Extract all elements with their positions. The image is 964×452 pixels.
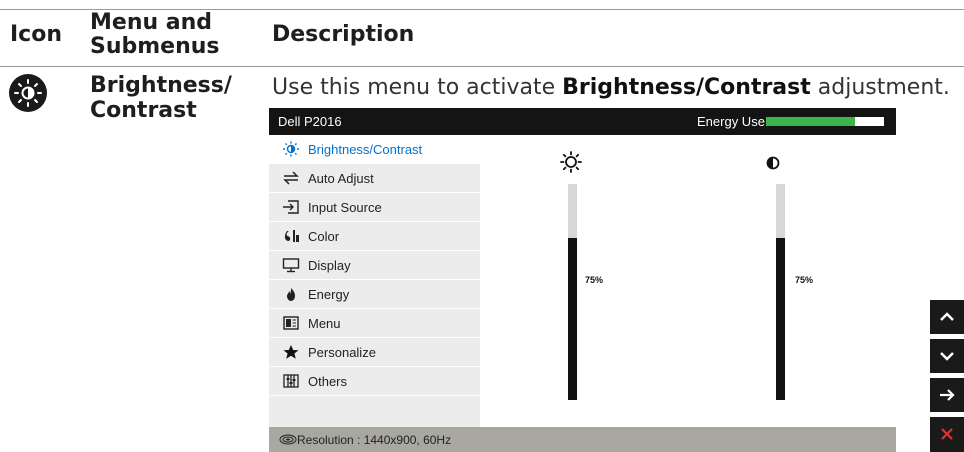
contrast-icon	[766, 155, 780, 170]
right-arrow-icon	[940, 389, 955, 401]
osd-item-personalize[interactable]: Personalize	[269, 338, 480, 367]
exit-button[interactable]	[930, 417, 964, 452]
osd-item-label: Personalize	[308, 345, 376, 360]
osd-item-auto-adjust[interactable]: Auto Adjust	[269, 164, 480, 193]
osd-item-label: Menu	[308, 316, 341, 331]
energy-use-fill	[766, 117, 855, 126]
energy-icon	[282, 286, 300, 302]
column-header-description: Description	[272, 22, 415, 47]
osd-status-bar: Resolution : 1440x900, 60Hz	[269, 427, 896, 452]
osd-item-brightness-contrast[interactable]: Brightness/Contrast	[269, 135, 480, 164]
resolution-text: Resolution : 1440x900, 60Hz	[297, 433, 452, 447]
resolution-icon	[279, 434, 297, 445]
brightness-slider-fill	[568, 238, 577, 400]
down-button[interactable]	[930, 339, 964, 373]
brightness-value: 75%	[585, 275, 604, 285]
brightness-contrast-icon	[8, 73, 48, 113]
up-button[interactable]	[930, 300, 964, 334]
contrast-slider-fill	[776, 238, 785, 400]
osd-item-label: Display	[308, 258, 351, 273]
osd-adjust-panel: 75% 75%	[480, 135, 896, 427]
osd-item-label: Auto Adjust	[308, 171, 374, 186]
energy-use-label: Energy Use	[697, 114, 765, 129]
osd-item-label: Input Source	[308, 200, 382, 215]
down-arrow-icon	[940, 352, 954, 361]
description-suffix: adjustment.	[810, 75, 950, 100]
osd-item-label: Energy	[308, 287, 350, 302]
display-icon	[282, 257, 300, 273]
osd-item-energy[interactable]: Energy	[269, 280, 480, 309]
close-icon	[941, 428, 953, 440]
osd-screenshot: Dell P2016 Energy Use Brightness/Contras…	[269, 108, 896, 452]
color-icon	[282, 228, 300, 244]
others-icon	[282, 373, 300, 389]
osd-title-bar: Dell P2016 Energy Use	[269, 108, 896, 135]
header-bottom-rule	[0, 66, 964, 67]
column-header-menu: Menu and Submenus	[90, 10, 220, 59]
description-bold: Brightness/Contrast	[562, 75, 811, 100]
brightness-slider[interactable]	[568, 184, 577, 400]
brightness-contrast-icon	[282, 141, 300, 157]
menu-icon	[282, 315, 300, 331]
osd-item-label: Brightness/Contrast	[308, 142, 423, 157]
osd-item-input-source[interactable]: Input Source	[269, 193, 480, 222]
osd-item-label: Others	[308, 374, 348, 389]
enter-button[interactable]	[930, 378, 964, 412]
description: Use this menu to activate Brightness/Con…	[272, 75, 950, 100]
energy-use-bar	[766, 117, 884, 126]
input-source-icon	[282, 199, 300, 215]
auto-adjust-icon	[282, 170, 300, 186]
column-header-icon: Icon	[10, 22, 63, 47]
osd-item-others[interactable]: Others	[269, 367, 480, 396]
sun-icon	[560, 151, 582, 173]
osd-item-menu[interactable]: Menu	[269, 309, 480, 338]
contrast-value: 75%	[795, 275, 814, 285]
osd-item-label: Color	[308, 229, 340, 244]
monitor-model: Dell P2016	[278, 114, 342, 129]
osd-item-color[interactable]: Color	[269, 222, 480, 251]
description-prefix: Use this menu to activate	[272, 75, 563, 100]
menu-name: Brightness/ Contrast	[90, 73, 232, 123]
osd-menu: Brightness/Contrast Auto Adjust Input So…	[269, 135, 480, 427]
contrast-slider[interactable]	[776, 184, 785, 400]
personalize-icon	[282, 344, 300, 360]
osd-item-display[interactable]: Display	[269, 251, 480, 280]
up-arrow-icon	[940, 312, 954, 321]
